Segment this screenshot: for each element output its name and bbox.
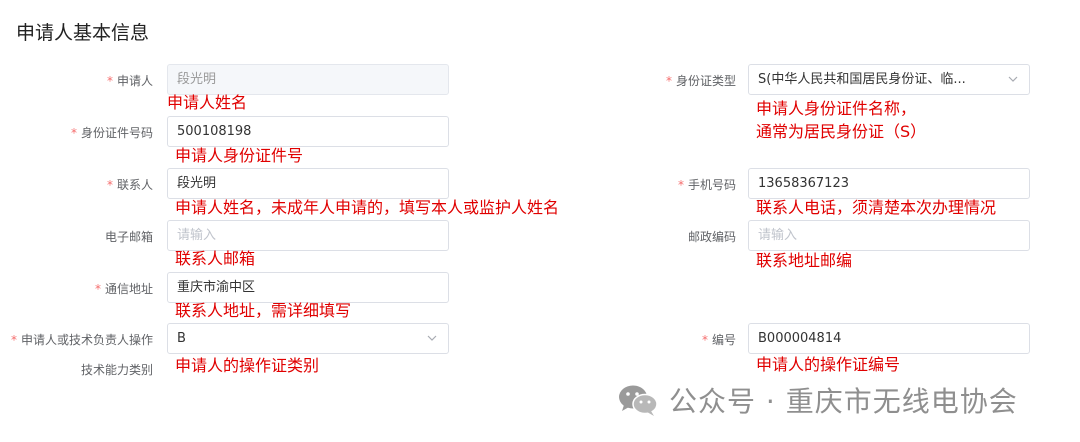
required-mark: * (701, 333, 708, 347)
applicant-label-text: 申请人 (116, 74, 153, 88)
contact-input[interactable]: 段光明 (167, 168, 449, 199)
id-number-label-text: 身份证件号码 (80, 126, 153, 140)
id-type-label: * 身份证类型 (666, 72, 736, 89)
required-mark: * (665, 74, 672, 88)
address-note: 联系人地址，需详细填写 (175, 301, 352, 320)
cert-number-input[interactable]: B000004814 (748, 323, 1030, 354)
operator-cert-note: 申请人的操作证类别 (175, 356, 320, 375)
contact-note: 申请人姓名，未成年人申请的，填写本人或监护人姓名 (175, 198, 560, 217)
mobile-input[interactable]: 13658367123 (748, 168, 1030, 199)
required-mark: * (70, 126, 77, 140)
postcode-note: 联系地址邮编 (756, 251, 853, 270)
operator-cert-label-text: 申请人或技术负责人操作 (20, 333, 153, 347)
applicant-label: * 申请人 (107, 72, 153, 89)
id-type-note-line2: 通常为居民身份证（S） (756, 122, 927, 141)
required-mark: * (10, 333, 17, 347)
operator-cert-select[interactable]: B (167, 323, 449, 354)
id-type-label-text: 身份证类型 (675, 74, 736, 88)
chevron-down-icon (427, 335, 437, 341)
id-number-label: * 身份证件号码 (71, 124, 153, 141)
cert-number-label: * 编号 (702, 331, 736, 348)
id-type-note-line1: 申请人身份证件名称， (756, 99, 917, 118)
email-field[interactable]: 请输入 (167, 220, 449, 251)
operator-cert-value: B (177, 331, 186, 346)
required-mark: * (106, 178, 113, 192)
applicant-note: 申请人姓名 (167, 93, 248, 112)
required-mark: * (94, 282, 101, 296)
mobile-label: * 手机号码 (678, 176, 736, 193)
address-input[interactable]: 重庆市渝中区 (167, 272, 449, 303)
address-label: * 通信地址 (95, 280, 153, 297)
section-title: 申请人基本信息 (16, 22, 150, 44)
id-type-value: S(中华人民共和国居民身份证、临... (758, 72, 966, 87)
required-mark: * (106, 74, 113, 88)
chevron-down-icon (1008, 76, 1018, 82)
operator-cert-label: * 申请人或技术负责人操作 (11, 331, 153, 348)
postcode-label: 邮政编码 (687, 230, 736, 244)
id-type-select[interactable]: S(中华人民共和国居民身份证、临... (748, 64, 1030, 95)
required-mark: * (677, 178, 684, 192)
id-number-note: 申请人身份证件号 (175, 146, 304, 165)
contact-label: * 联系人 (107, 176, 153, 193)
mobile-label-text: 手机号码 (687, 178, 736, 192)
cert-number-label-text: 编号 (711, 333, 736, 347)
operator-cert-label-line2: 技术能力类别 (80, 363, 153, 377)
contact-label-text: 联系人 (116, 178, 153, 192)
email-label: 电子邮箱 (104, 230, 153, 244)
watermark-text: 公众号 · 重庆市无线电协会 (669, 385, 1018, 418)
mobile-note: 联系人电话，须清楚本次办理情况 (756, 198, 997, 217)
address-label-text: 通信地址 (104, 282, 153, 296)
email-note: 联系人邮箱 (175, 249, 256, 268)
watermark: 公众号 · 重庆市无线电协会 (617, 380, 1018, 420)
wechat-icon (619, 385, 658, 416)
applicant-field[interactable]: 段光明 (167, 64, 449, 95)
id-number-input[interactable]: 500108198 (167, 116, 449, 147)
postcode-field[interactable]: 请输入 (748, 220, 1030, 251)
cert-number-note: 申请人的操作证编号 (756, 355, 901, 374)
